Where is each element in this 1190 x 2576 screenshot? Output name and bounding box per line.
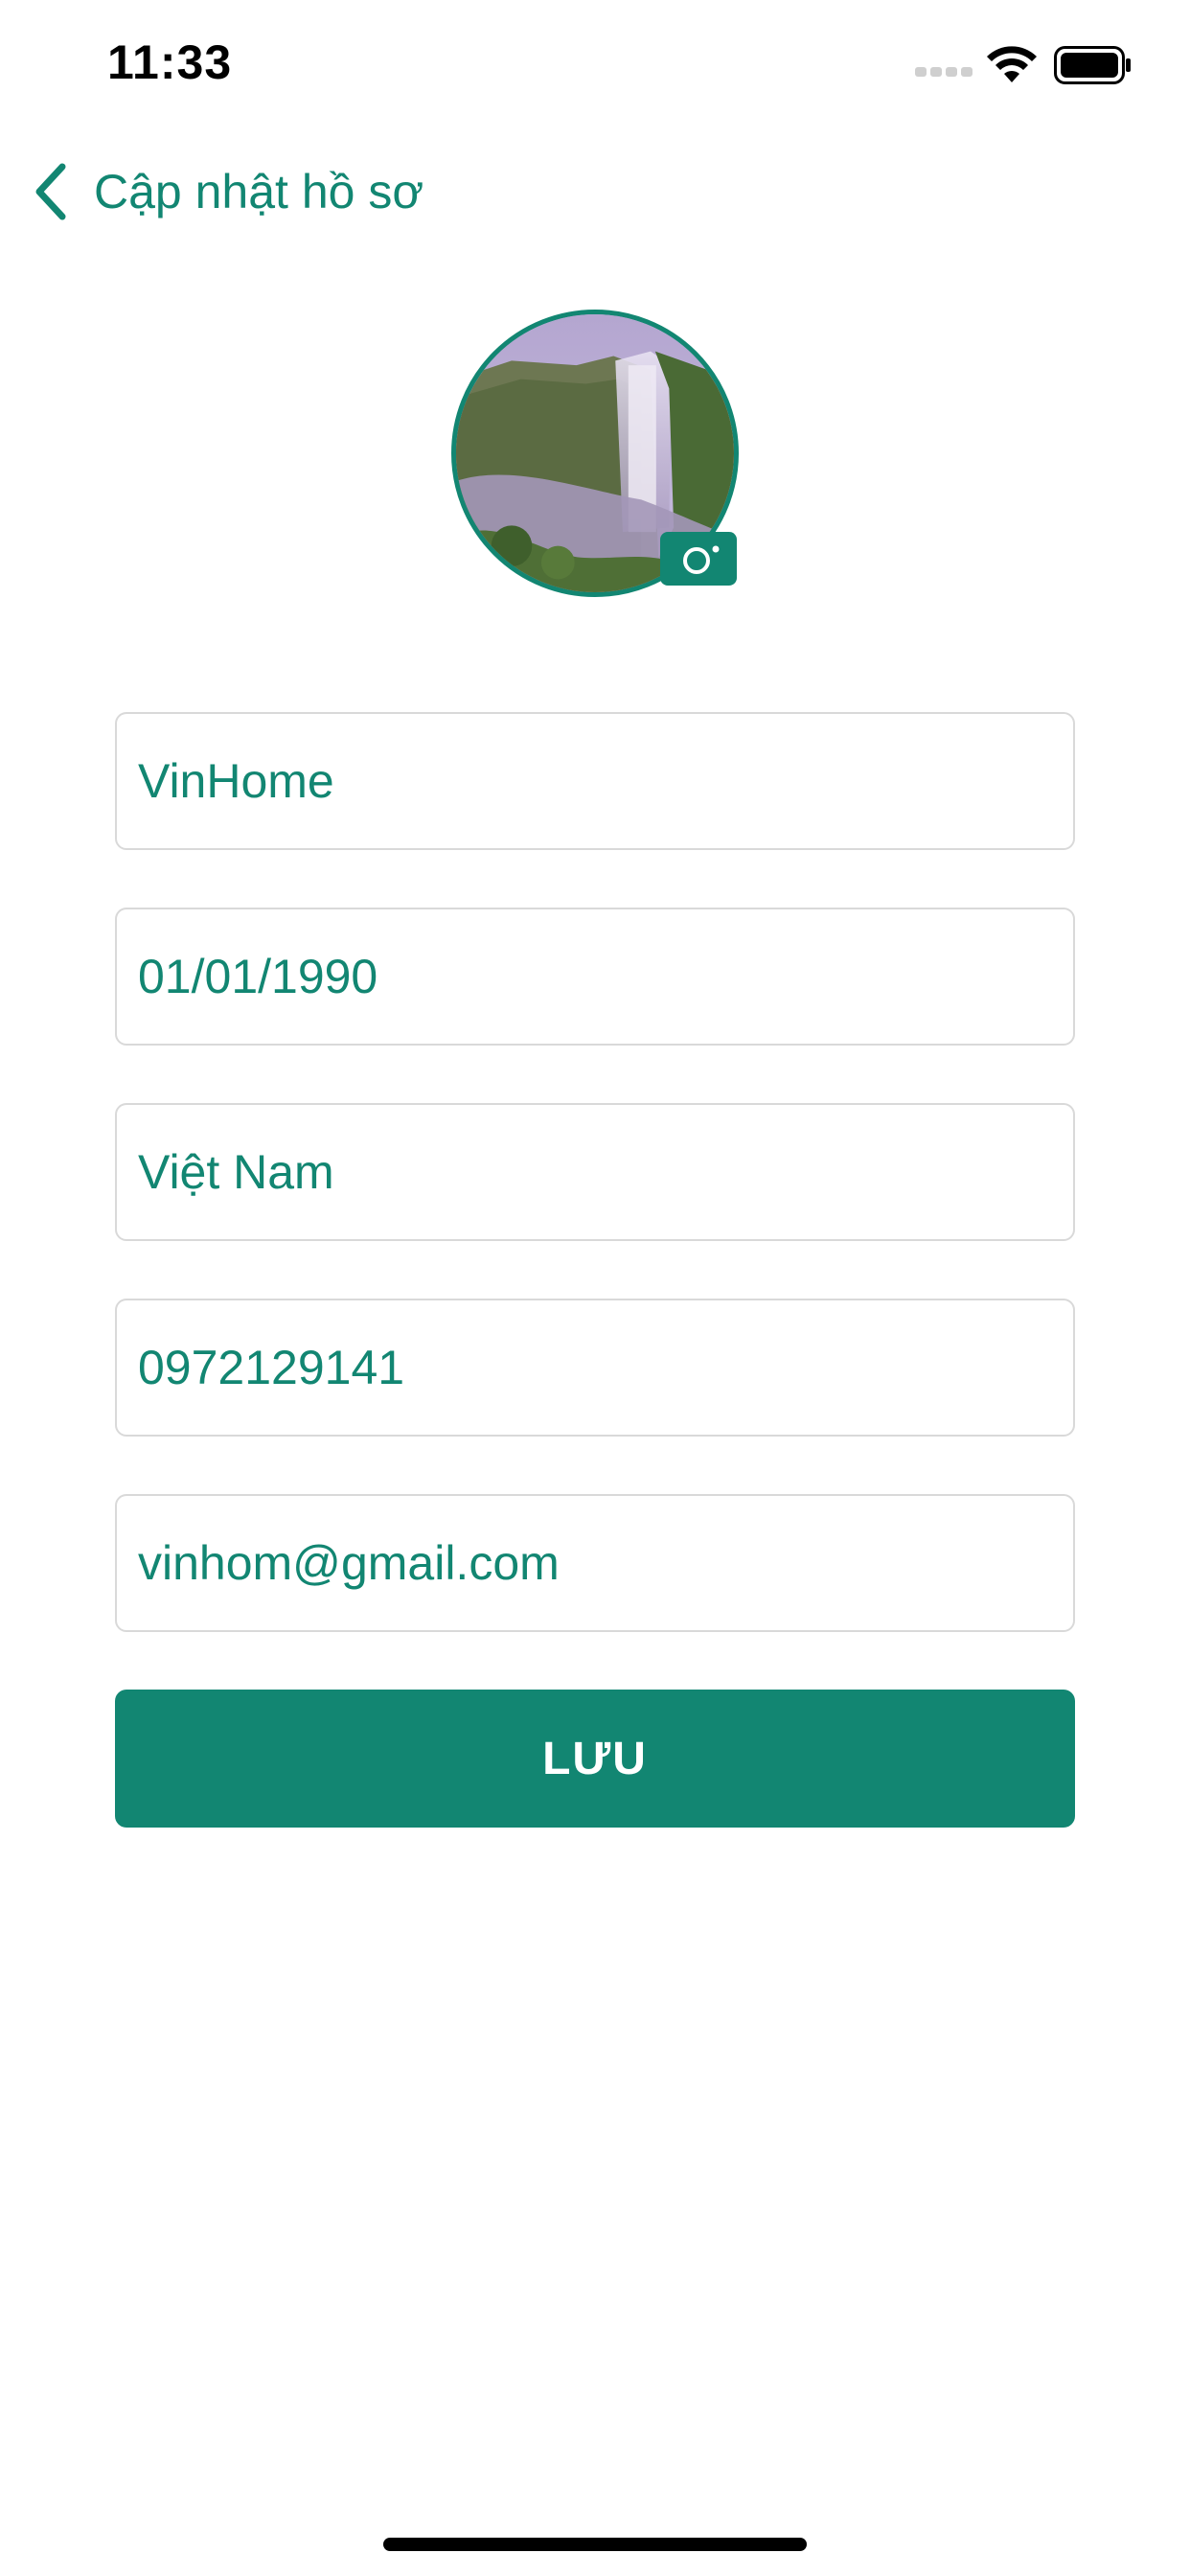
birthday-field-container [115,908,1075,1046]
back-button[interactable]: Cập nhật hồ sơ [29,144,423,240]
status-bar: 11:33 [0,0,1190,126]
navigation-bar: Cập nhật hồ sơ [0,144,1190,240]
page-title: Cập nhật hồ sơ [94,165,424,218]
email-input[interactable] [117,1496,1073,1630]
save-button[interactable]: LƯU [115,1690,1075,1828]
camera-icon[interactable] [672,540,725,578]
phone-field-container [115,1299,1075,1437]
avatar-container [451,310,739,597]
country-field-container [115,1103,1075,1241]
country-input[interactable] [117,1105,1073,1239]
change-photo-button[interactable] [660,532,737,586]
birthday-input[interactable] [117,909,1073,1044]
name-input[interactable] [117,714,1073,848]
battery-icon [1054,46,1131,84]
chevron-left-icon[interactable] [29,161,73,222]
status-time: 11:33 [107,35,233,89]
name-field-container [115,712,1075,850]
wifi-icon [987,46,1037,82]
cellular-signal-icon [915,67,973,77]
home-indicator[interactable] [383,2538,807,2551]
email-field-container [115,1494,1075,1632]
phone-input[interactable] [117,1300,1073,1435]
profile-form: LƯU [115,712,1075,1828]
